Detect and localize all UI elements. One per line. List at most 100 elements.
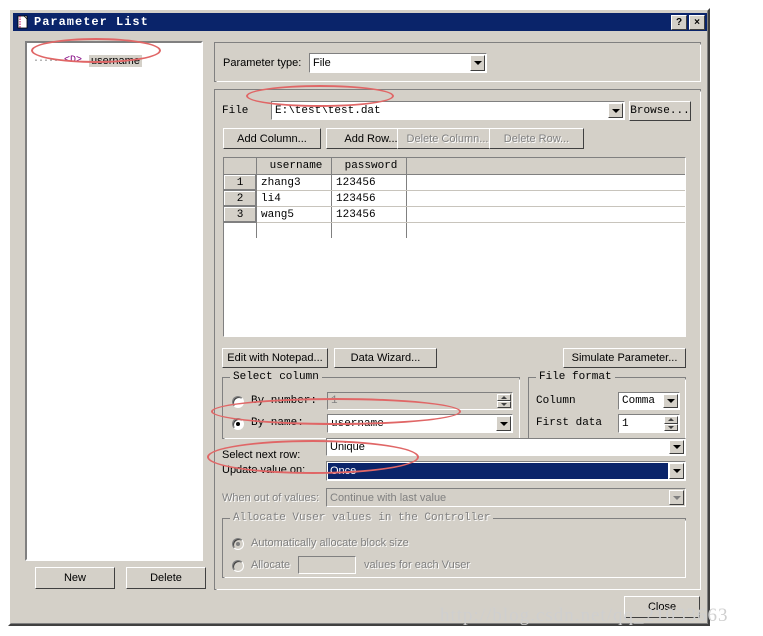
manual-allocate-label: Allocate <box>251 559 291 571</box>
screenshot-root: Parameter List ? × ······ <D> username N… <box>0 0 763 636</box>
cell-blank[interactable] <box>406 206 685 223</box>
column-format-value: Comma <box>622 395 656 407</box>
when-out-of-values-label: When out of values: <box>222 492 320 504</box>
chevron-down-icon[interactable] <box>669 440 684 454</box>
auto-allocate-label: Automatically allocate block size <box>251 537 409 549</box>
allocate-suffix-label: values for each Vuser <box>364 559 470 571</box>
select-next-row-combo[interactable]: Unique <box>326 438 686 456</box>
tree-item-username[interactable]: ······ <D> username <box>33 55 142 67</box>
simulate-parameter-button[interactable]: Simulate Parameter... <box>563 348 686 368</box>
update-value-on-label: Update value on: <box>222 464 306 476</box>
auto-allocate-radio <box>232 538 244 550</box>
row-index-empty[interactable] <box>224 222 257 238</box>
tree-connector: ······ <box>33 55 64 67</box>
chevron-down-icon[interactable] <box>608 103 623 118</box>
table-header: username password <box>224 158 685 175</box>
file-format-title: File format <box>536 371 615 383</box>
by-number-label: By number: <box>251 395 318 407</box>
data-wizard-button[interactable]: Data Wizard... <box>334 348 437 368</box>
edit-with-notepad-button[interactable]: Edit with Notepad... <box>222 348 328 368</box>
cell-empty[interactable] <box>331 222 407 238</box>
chevron-down-icon[interactable] <box>470 55 485 71</box>
column-format-combo[interactable]: Comma <box>618 392 680 410</box>
by-number-value: 1 <box>331 395 338 407</box>
col-header-index[interactable] <box>224 158 257 175</box>
row-index[interactable]: 1 <box>224 174 257 191</box>
parameter-tree-panel[interactable]: ······ <D> username <box>25 41 203 561</box>
first-data-spinner[interactable]: 1 <box>618 414 680 433</box>
close-button[interactable]: × <box>689 14 705 30</box>
file-label: File <box>222 105 249 117</box>
parameter-list-dialog: Parameter List ? × ······ <D> username N… <box>8 8 710 626</box>
new-button[interactable]: New <box>35 567 115 589</box>
first-data-value: 1 <box>622 417 629 430</box>
spinner-arrows[interactable] <box>497 394 511 408</box>
col-header-password[interactable]: password <box>331 158 407 175</box>
cell-username[interactable]: zhang3 <box>256 174 332 191</box>
table-row[interactable]: 3 wang5 123456 <box>224 206 685 223</box>
dialog-inner-frame: Parameter List ? × ······ <D> username N… <box>10 10 708 624</box>
cell-password[interactable]: 123456 <box>331 206 407 223</box>
by-name-radio[interactable] <box>232 418 244 430</box>
col-header-blank[interactable] <box>406 158 685 175</box>
table-row[interactable]: 1 zhang3 123456 <box>224 174 685 191</box>
spinner-down-icon[interactable] <box>497 401 511 408</box>
cell-password[interactable]: 123456 <box>331 190 407 207</box>
delete-column-button: Delete Column... <box>397 128 498 149</box>
by-name-value: username <box>331 417 384 430</box>
cell-blank[interactable] <box>406 174 685 191</box>
row-index[interactable]: 3 <box>224 206 257 223</box>
parameter-type-combo[interactable]: File <box>309 53 487 73</box>
parameter-type-value: File <box>313 57 331 69</box>
parameter-data-grid[interactable]: username password 1 zhang3 123456 2 li4 <box>223 157 686 337</box>
spinner-up-icon[interactable] <box>497 394 511 401</box>
table-row-empty[interactable] <box>224 222 685 238</box>
first-data-label: First data <box>536 417 603 429</box>
spinner-arrows[interactable] <box>664 416 678 431</box>
cell-username[interactable]: wang5 <box>256 206 332 223</box>
update-value-on-value: Once <box>328 463 668 479</box>
delete-button[interactable]: Delete <box>126 567 206 589</box>
parameter-type-group: Parameter type: File <box>214 42 701 82</box>
cell-empty[interactable] <box>406 222 685 238</box>
by-number-radio[interactable] <box>232 396 244 408</box>
title-bar[interactable]: Parameter List ? × <box>13 13 707 31</box>
parameter-type-label: Parameter type: <box>223 57 302 69</box>
select-column-title: Select column <box>230 371 322 383</box>
help-button[interactable]: ? <box>671 14 687 30</box>
table-row[interactable]: 2 li4 123456 <box>224 190 685 207</box>
allocate-vuser-title: Allocate Vuser values in the Controller <box>230 512 494 524</box>
table-body: 1 zhang3 123456 2 li4 123456 3 wang5 123… <box>224 174 685 238</box>
cell-empty[interactable] <box>256 222 332 238</box>
file-path-combo[interactable]: E:\test\test.dat <box>271 101 625 120</box>
row-index[interactable]: 2 <box>224 190 257 207</box>
add-column-button[interactable]: Add Column... <box>223 128 321 149</box>
update-value-on-combo[interactable]: Once <box>326 461 686 481</box>
by-name-combo[interactable]: username <box>327 414 513 433</box>
spinner-down-icon[interactable] <box>664 423 678 431</box>
watermark-text: http://blog.csdn.net/qq_21033663 <box>440 605 729 626</box>
cell-password[interactable]: 123456 <box>331 174 407 191</box>
delete-row-button: Delete Row... <box>489 128 584 149</box>
chevron-down-icon[interactable] <box>496 416 511 431</box>
allocate-value-input <box>298 556 356 574</box>
manual-allocate-radio <box>232 560 244 572</box>
when-out-of-values-combo: Continue with last value <box>326 488 686 507</box>
chevron-down-icon[interactable] <box>663 394 678 408</box>
browse-button[interactable]: Browse... <box>629 101 691 121</box>
cell-blank[interactable] <box>406 190 685 207</box>
tree-item-label: username <box>89 55 142 67</box>
spinner-up-icon[interactable] <box>664 416 678 424</box>
cell-username[interactable]: li4 <box>256 190 332 207</box>
select-next-row-value: Unique <box>330 441 365 453</box>
data-table: username password 1 zhang3 123456 2 li4 <box>224 158 685 238</box>
window-title: Parameter List <box>34 15 149 29</box>
col-header-username[interactable]: username <box>256 158 332 175</box>
select-next-row-label: Select next row: <box>222 449 301 461</box>
chevron-down-icon <box>669 490 684 505</box>
document-icon <box>16 15 30 29</box>
column-format-label: Column <box>536 395 576 407</box>
when-out-of-values-value: Continue with last value <box>330 491 447 504</box>
by-number-spinner: 1 <box>327 392 513 410</box>
chevron-down-icon[interactable] <box>669 463 684 479</box>
